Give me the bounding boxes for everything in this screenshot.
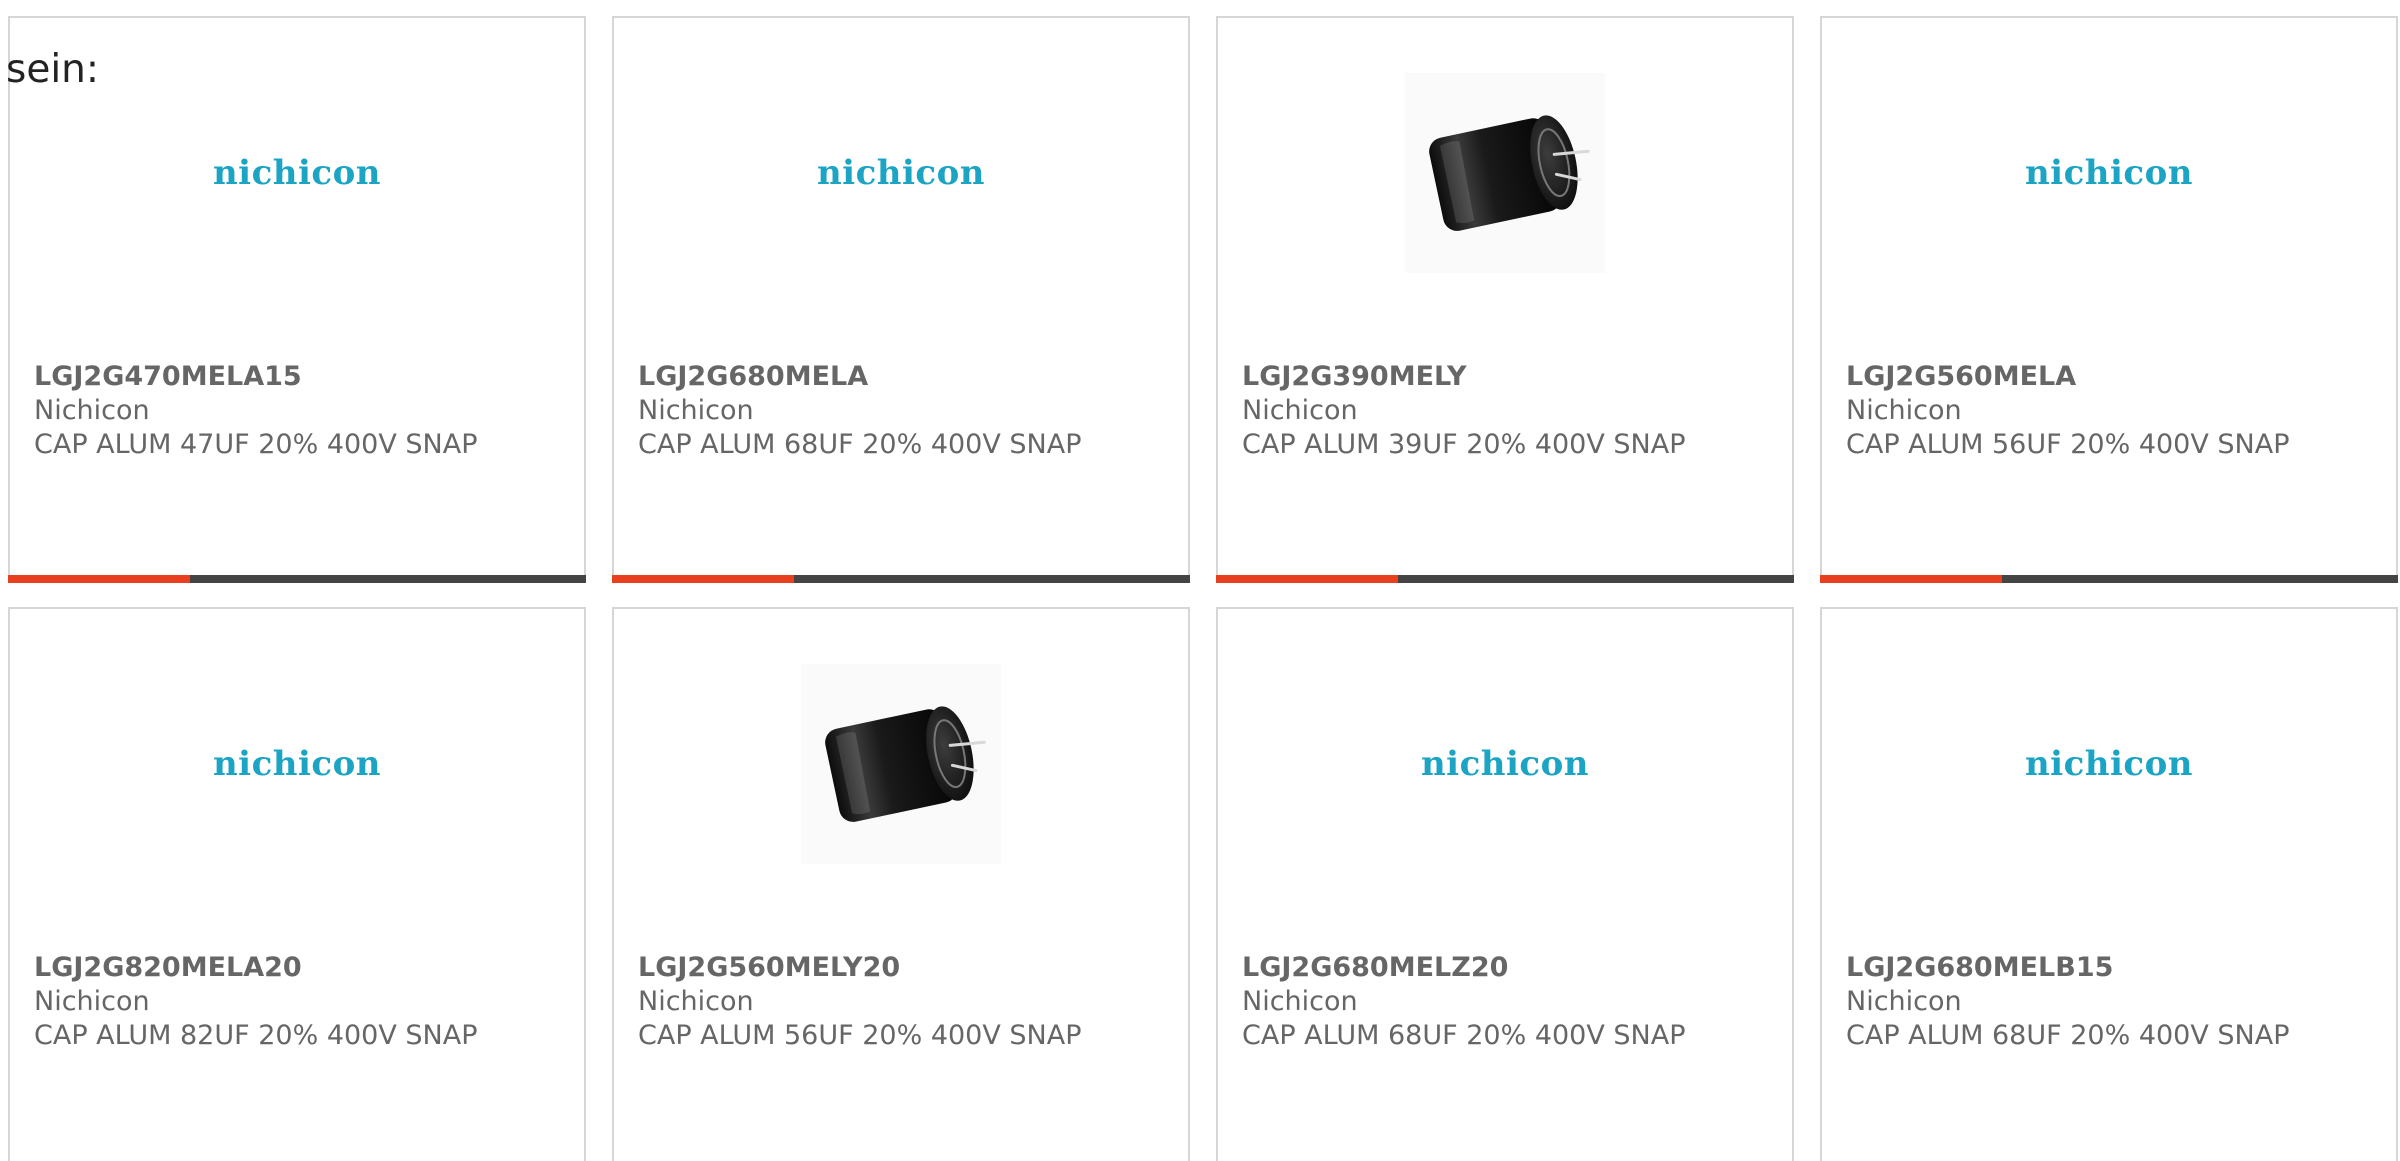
product-image-area	[614, 664, 1188, 864]
part-number[interactable]: LGJ2G390MELY	[1242, 360, 1776, 394]
product-card[interactable]: nichicon LGJ2G820MELA20 Nichicon CAP ALUM 8…	[8, 607, 586, 1161]
card-progress-fill	[1820, 575, 2003, 583]
part-number[interactable]: LGJ2G470MELA15	[34, 360, 568, 394]
product-image-area: nichicon	[1218, 664, 1792, 864]
product-description: CAP ALUM 82UF 20% 400V SNAP	[34, 1020, 478, 1051]
part-number[interactable]: LGJ2G560MELY20	[638, 951, 1172, 985]
manufacturer-logo: nichicon	[816, 153, 986, 193]
product-description: CAP ALUM 68UF 20% 400V SNAP	[1846, 1020, 2290, 1051]
manufacturer-logo: nichicon	[2024, 153, 2194, 193]
product-image-area: nichicon	[614, 73, 1188, 273]
product-meta: LGJ2G680MELZ20 Nichicon CAP ALUM 68UF 20% …	[1242, 951, 1776, 1053]
product-description: CAP ALUM 56UF 20% 400V SNAP	[1846, 429, 2290, 460]
product-description: CAP ALUM 39UF 20% 400V SNAP	[1242, 429, 1686, 460]
manufacturer-name: Nichicon	[1846, 395, 1962, 426]
manufacturer-name: Nichicon	[1242, 986, 1358, 1017]
card-progress-fill	[612, 575, 795, 583]
product-grid-page: sein: nichicon LGJ2G470MELA15 Nichicon CAP …	[0, 0, 2400, 1161]
product-card[interactable]: nichicon LGJ2G470MELA15 Nichicon CAP ALUM 4…	[8, 16, 586, 583]
manufacturer-logo: nichicon	[212, 744, 382, 784]
product-meta: LGJ2G680MELB15 Nichicon CAP ALUM 68UF 20% …	[1846, 951, 2380, 1053]
part-number[interactable]: LGJ2G680MELZ20	[1242, 951, 1776, 985]
product-meta: LGJ2G390MELY Nichicon CAP ALUM 39UF 20% 40…	[1242, 360, 1776, 462]
part-number[interactable]: LGJ2G680MELB15	[1846, 951, 2380, 985]
product-description: CAP ALUM 47UF 20% 400V SNAP	[34, 429, 478, 460]
card-progress-fill	[1216, 575, 1399, 583]
product-card[interactable]: LGJ2G560MELY20 Nichicon CAP ALUM 56UF 20% …	[612, 607, 1190, 1161]
part-number[interactable]: LGJ2G560MELA	[1846, 360, 2380, 394]
product-card[interactable]: nichicon LGJ2G680MELA Nichicon CAP ALUM 68U…	[612, 16, 1190, 583]
card-progress-bar	[1820, 575, 2398, 583]
product-meta: LGJ2G560MELY20 Nichicon CAP ALUM 56UF 20% …	[638, 951, 1172, 1053]
manufacturer-logo: nichicon	[2024, 744, 2194, 784]
product-card[interactable]: nichicon LGJ2G680MELB15 Nichicon CAP ALUM 6…	[1820, 607, 2398, 1161]
product-meta: LGJ2G820MELA20 Nichicon CAP ALUM 82UF 20% …	[34, 951, 568, 1053]
product-image-area: nichicon	[1822, 664, 2396, 864]
manufacturer-logo: nichicon	[212, 153, 382, 193]
product-image-area: nichicon	[10, 73, 584, 273]
card-progress-bar	[612, 575, 1190, 583]
intro-text: sein:	[6, 47, 100, 92]
card-progress-bar	[1216, 575, 1794, 583]
product-meta: LGJ2G680MELA Nichicon CAP ALUM 68UF 20% 40…	[638, 360, 1172, 462]
manufacturer-name: Nichicon	[638, 986, 754, 1017]
manufacturer-name: Nichicon	[638, 395, 754, 426]
product-card[interactable]: nichicon LGJ2G560MELA Nichicon CAP ALUM 56U…	[1820, 16, 2398, 583]
manufacturer-name: Nichicon	[34, 395, 150, 426]
product-card[interactable]: nichicon LGJ2G680MELZ20 Nichicon CAP ALUM 6…	[1216, 607, 1794, 1161]
part-number[interactable]: LGJ2G820MELA20	[34, 951, 568, 985]
capacitor-image	[1405, 73, 1605, 273]
manufacturer-name: Nichicon	[1846, 986, 1962, 1017]
card-progress-fill	[8, 575, 191, 583]
product-meta: LGJ2G560MELA Nichicon CAP ALUM 56UF 20% 40…	[1846, 360, 2380, 462]
capacitor-image	[801, 664, 1001, 864]
part-number[interactable]: LGJ2G680MELA	[638, 360, 1172, 394]
product-image-area: nichicon	[1822, 73, 2396, 273]
manufacturer-name: Nichicon	[34, 986, 150, 1017]
product-grid: nichicon LGJ2G470MELA15 Nichicon CAP ALUM 4…	[8, 16, 2400, 1161]
product-image-area: nichicon	[10, 664, 584, 864]
product-image-area	[1218, 73, 1792, 273]
manufacturer-name: Nichicon	[1242, 395, 1358, 426]
product-description: CAP ALUM 56UF 20% 400V SNAP	[638, 1020, 1082, 1051]
product-meta: LGJ2G470MELA15 Nichicon CAP ALUM 47UF 20% …	[34, 360, 568, 462]
product-description: CAP ALUM 68UF 20% 400V SNAP	[638, 429, 1082, 460]
manufacturer-logo: nichicon	[1420, 744, 1590, 784]
card-progress-bar	[8, 575, 586, 583]
product-description: CAP ALUM 68UF 20% 400V SNAP	[1242, 1020, 1686, 1051]
product-card[interactable]: LGJ2G390MELY Nichicon CAP ALUM 39UF 20% 40…	[1216, 16, 1794, 583]
